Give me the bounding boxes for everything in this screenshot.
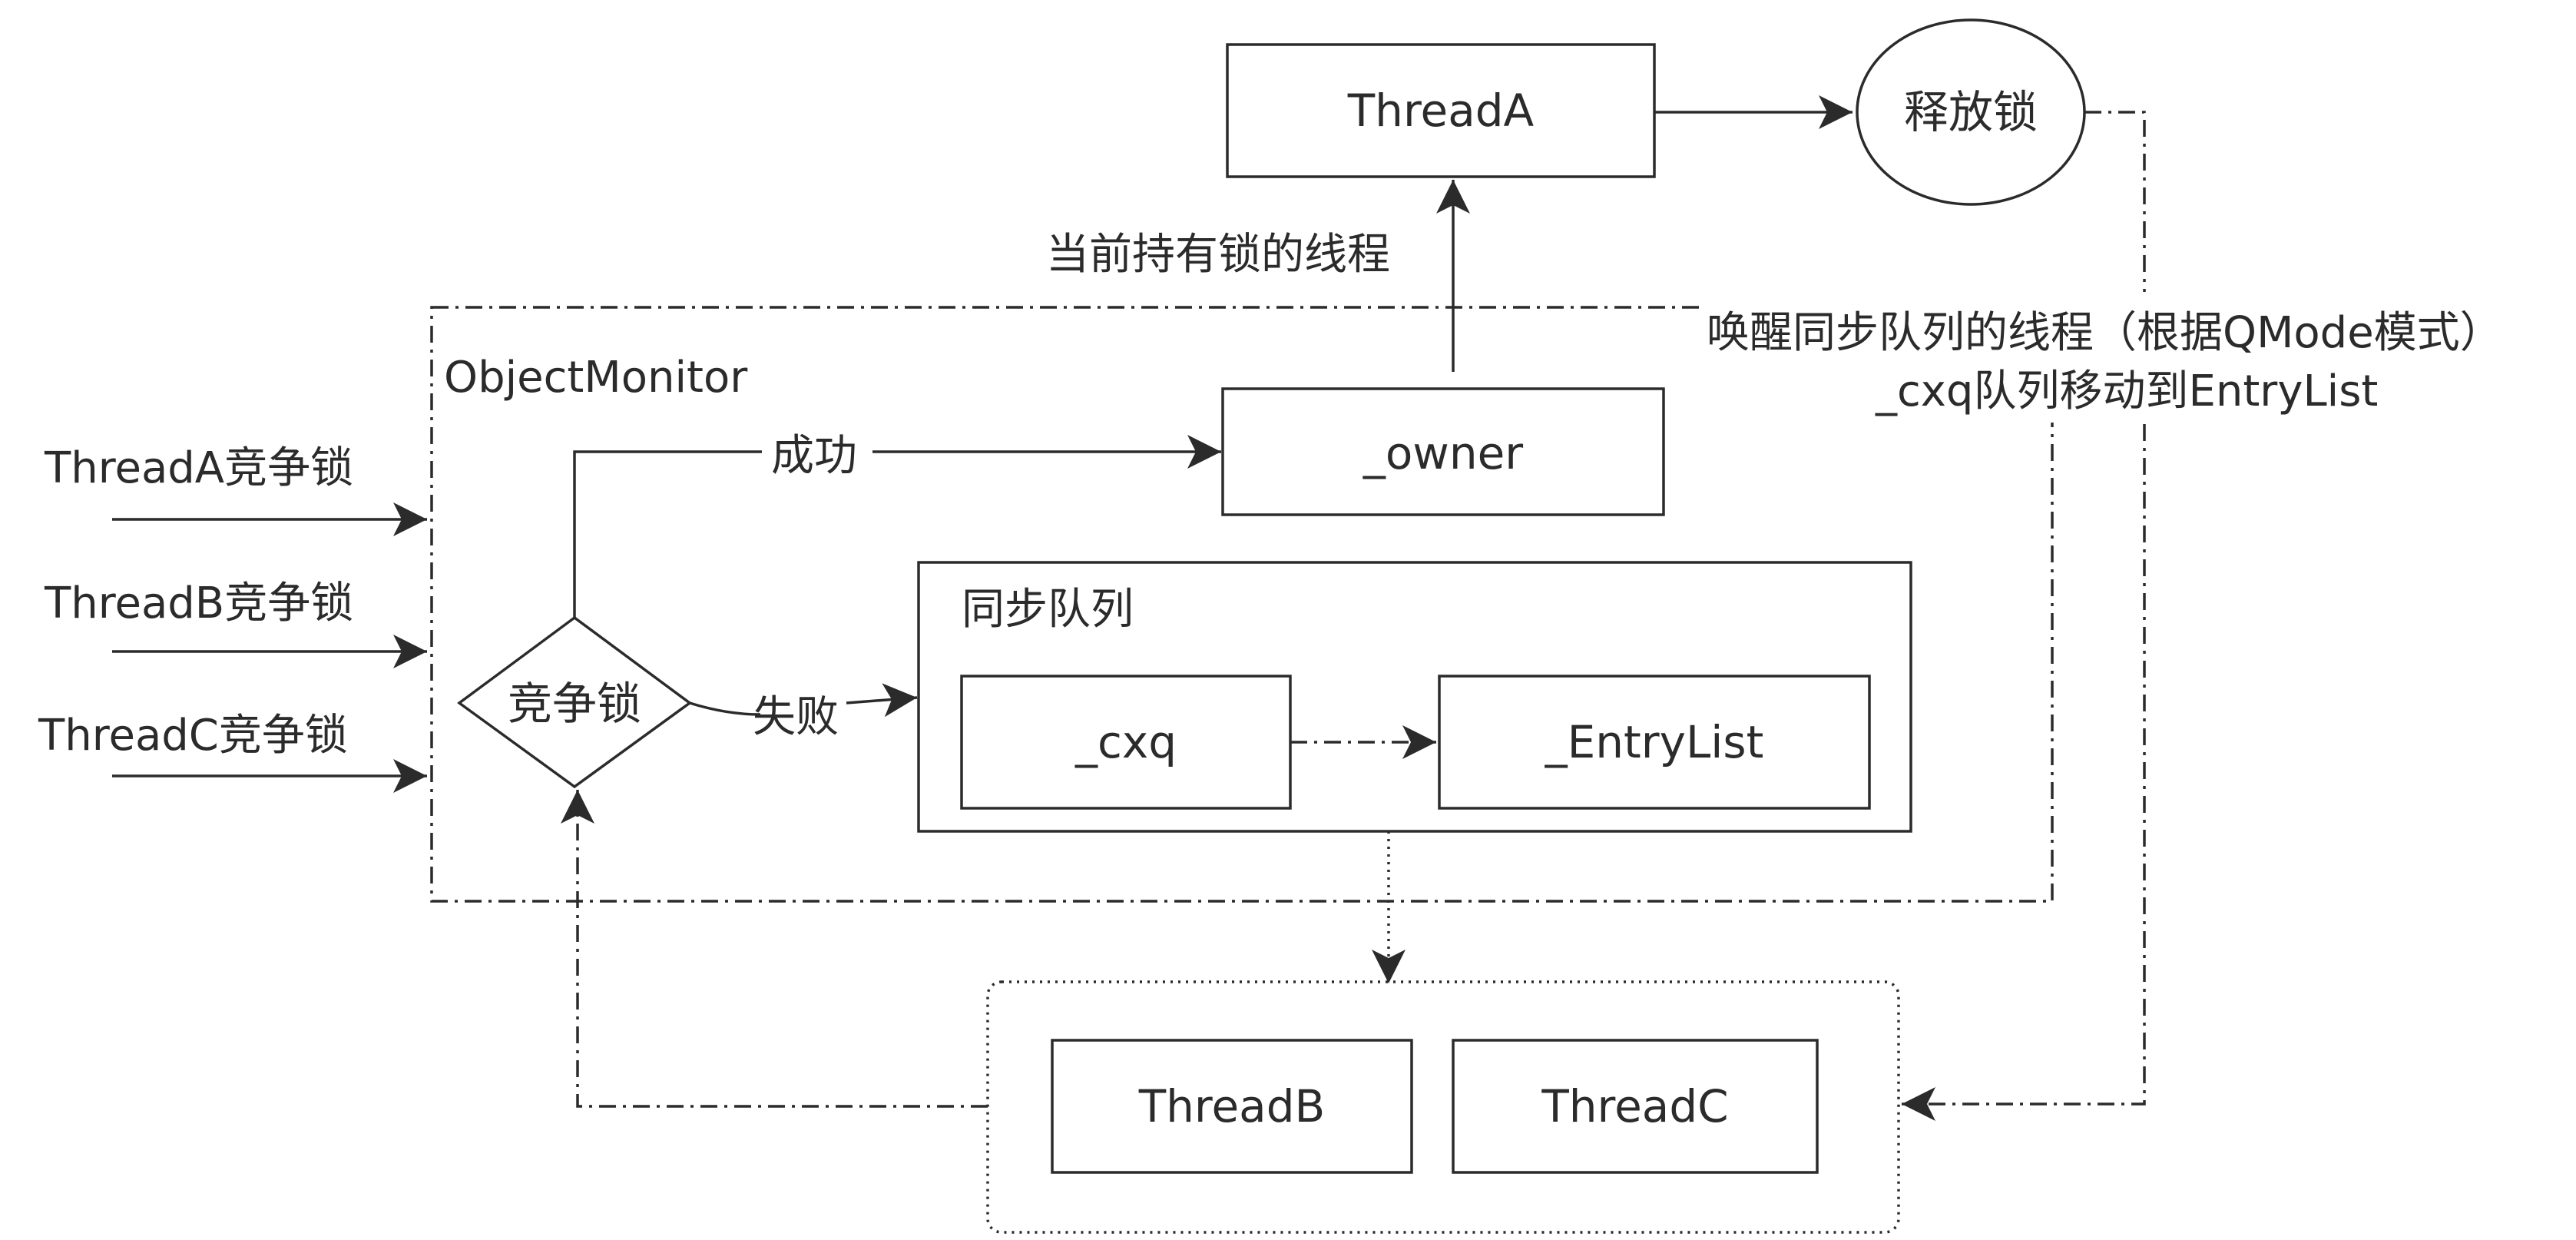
fail-curve: [689, 701, 761, 716]
object-monitor-title: ObjectMonitor: [444, 353, 748, 403]
thread-a-label: ThreadA: [1347, 85, 1535, 137]
sync-queue-title: 同步队列: [962, 585, 1134, 635]
release-lock-label: 释放锁: [1904, 86, 2038, 138]
success-label: 成功: [771, 431, 857, 481]
fail-arrow: [846, 683, 918, 718]
thread-a-compete-label: ThreadA竞争锁: [44, 443, 353, 493]
thread-b-compete-label: ThreadB竞争锁: [44, 579, 353, 628]
owner-label: _owner: [1362, 427, 1523, 479]
cxq-label: _cxq: [1074, 716, 1177, 768]
thread-b-label: ThreadB: [1138, 1080, 1326, 1132]
current-owner-label: 当前持有锁的线程: [1046, 230, 1390, 280]
diagram-canvas: ObjectMonitor ThreadA 释放锁 当前持有锁的线程 唤醒同步队…: [38, 18, 2576, 1234]
thread-c-compete-label: ThreadC竞争锁: [38, 711, 348, 761]
wake-queue-arrow: [1902, 111, 2146, 1121]
wake-label-line1: 唤醒同步队列的线程（根据QMode模式）: [1707, 308, 2503, 358]
thread-c-label: ThreadC: [1541, 1080, 1728, 1132]
entry-list-label: _EntryList: [1545, 716, 1764, 768]
wake-label-line2: _cxq队列移动到EntryList: [1875, 366, 2378, 416]
compete-lock-label: 竞争锁: [508, 678, 641, 730]
fail-label: 失败: [753, 692, 839, 742]
recompete-arrow: [561, 790, 988, 1108]
